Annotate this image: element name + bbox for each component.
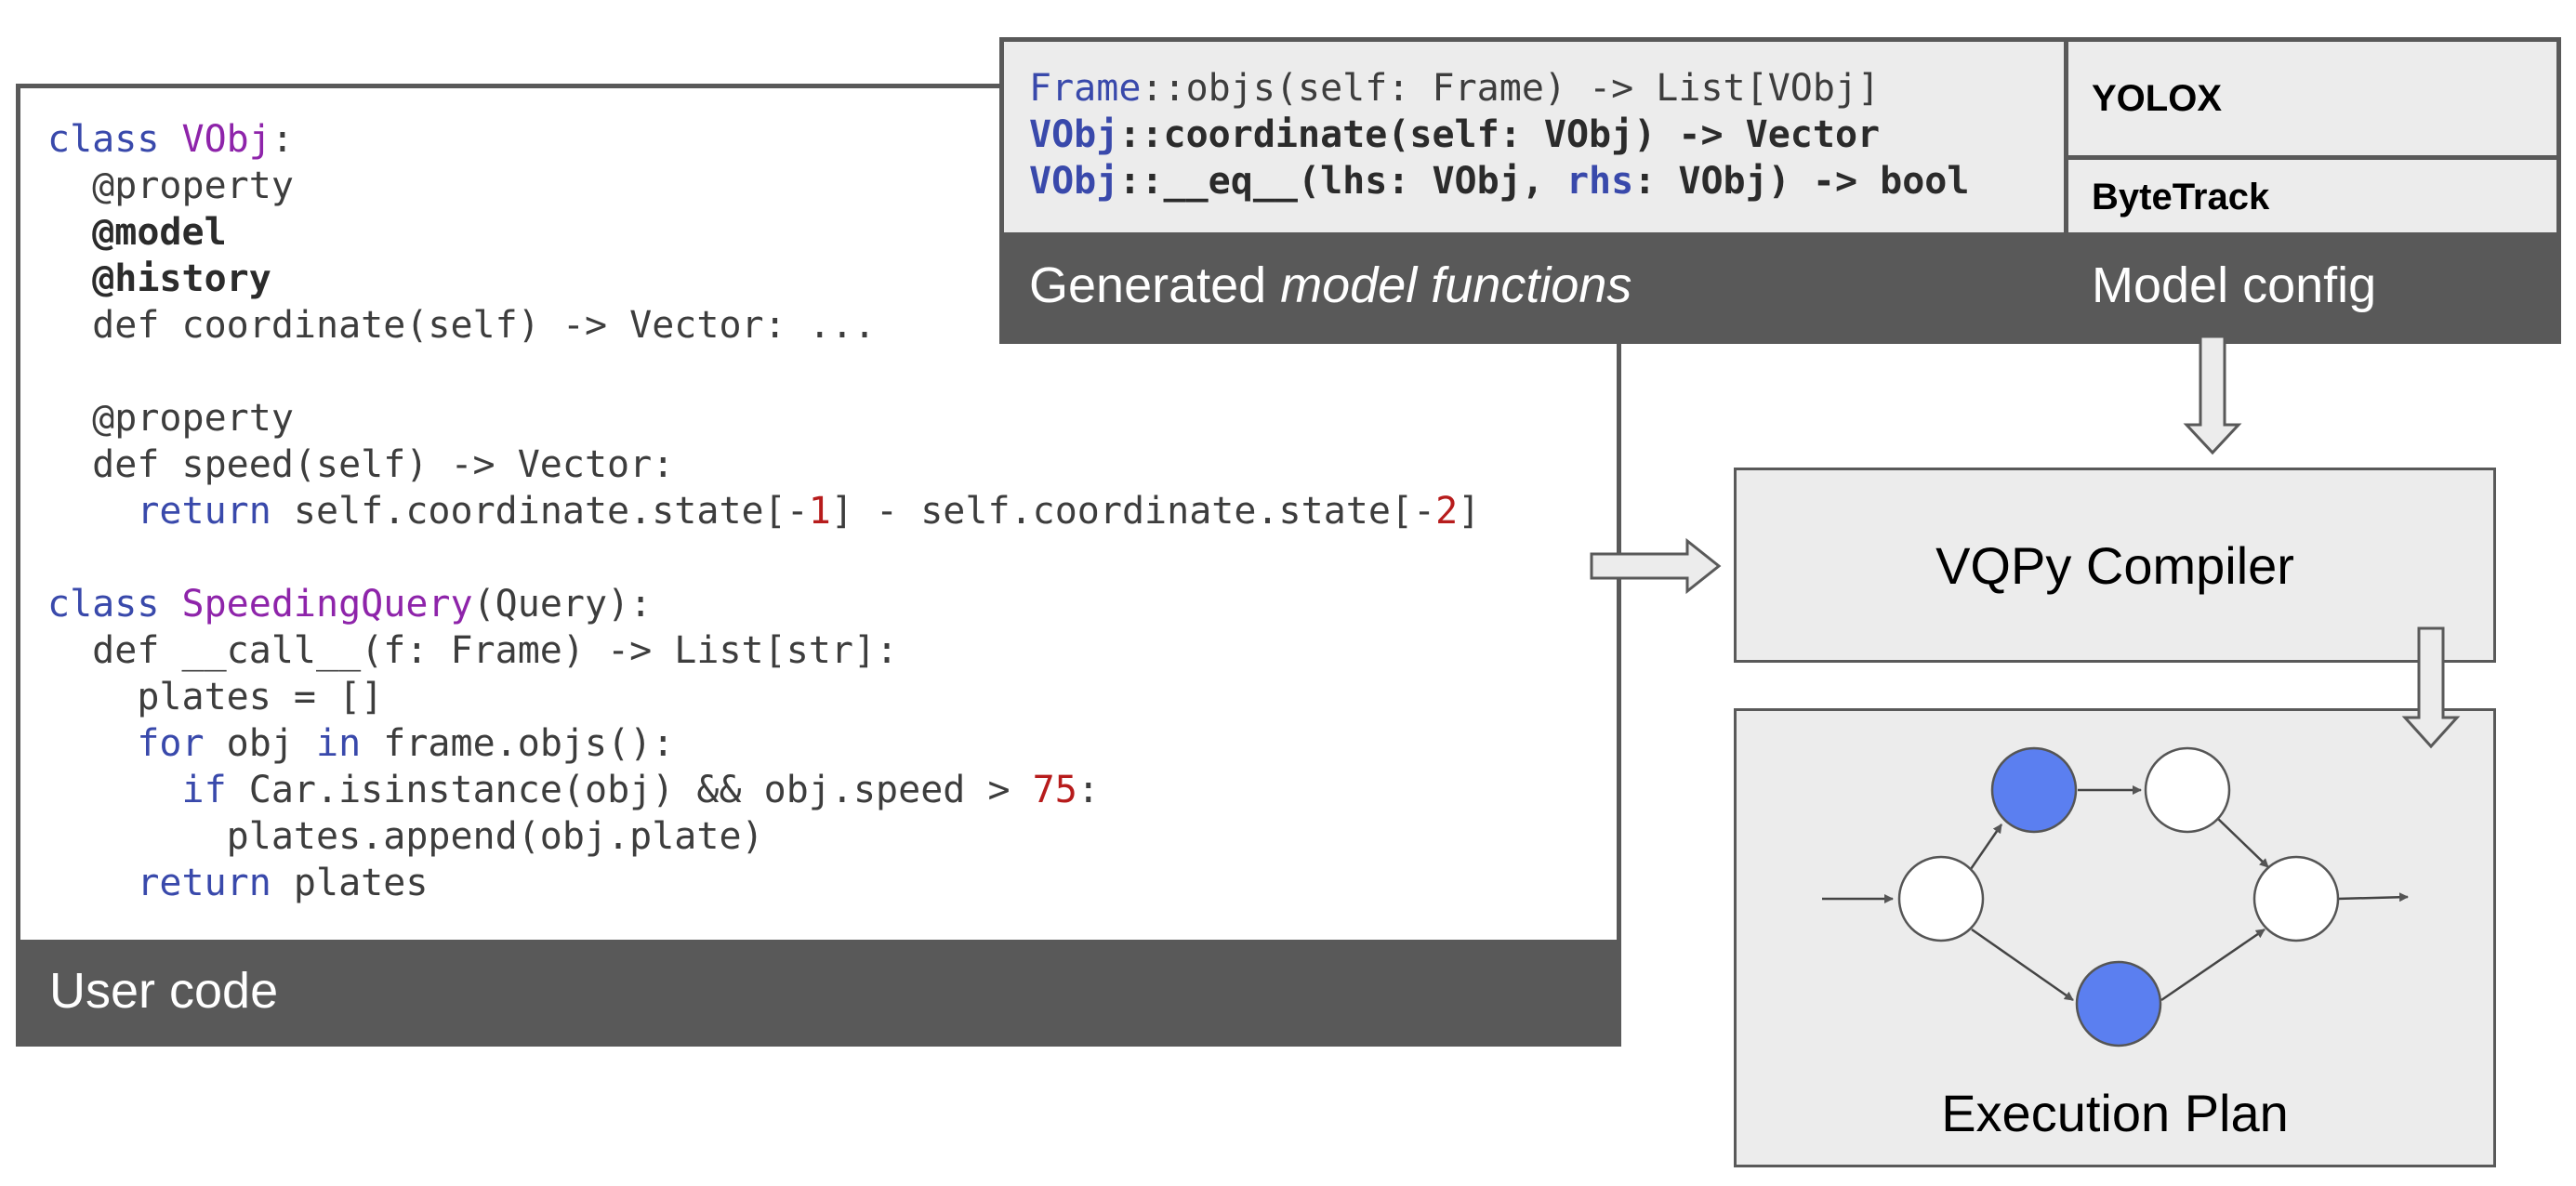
- plan-node-d-highlighted: [2075, 960, 2162, 1048]
- plan-edge-c-e: [2216, 817, 2269, 868]
- plan-edge-d-e: [2160, 928, 2266, 1002]
- plan-edge-output: [2336, 892, 2409, 903]
- plan-edge-a-d: [1971, 928, 2074, 1002]
- plan-node-b-highlighted: [1990, 746, 2078, 834]
- arrow-compiler-to-plan: [2401, 626, 2461, 749]
- plan-node-e: [2252, 855, 2340, 942]
- plan-edge-a-b: [1969, 824, 2003, 870]
- plan-node-c: [2144, 746, 2231, 834]
- arrow-config-to-compiler: [2183, 335, 2242, 455]
- plan-node-a: [1897, 855, 1985, 942]
- diagram-overlay: [1590, 335, 2461, 1048]
- arrow-code-to-compiler: [1590, 537, 1722, 595]
